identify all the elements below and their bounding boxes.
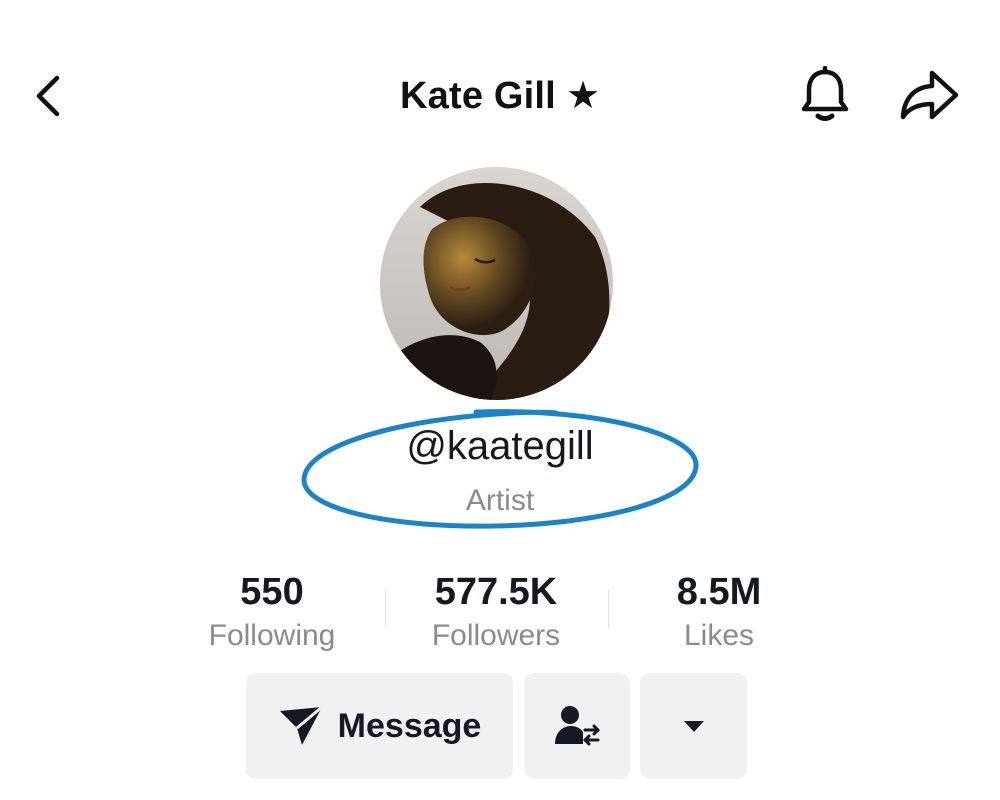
message-button-label: Message [337,706,482,745]
profile-page: Kate Gill ★ @kaategill Artist 550 Follow… [0,0,1000,800]
bell-icon [801,66,849,121]
stat-likes-label: Likes [683,619,755,652]
avatar-photo [380,167,613,400]
stat-divider [385,590,386,628]
username-handle: @kaategill [406,424,594,468]
page-title: Kate Gill [399,74,556,117]
share-button[interactable] [896,64,962,126]
notifications-button[interactable] [796,64,854,126]
stat-following[interactable]: 550 Following [172,570,372,654]
more-options-button[interactable] [640,673,747,779]
stat-divider [608,590,609,628]
stat-following-value: 550 [240,571,304,613]
message-button[interactable]: Message [246,673,513,779]
send-icon [279,705,323,745]
stat-followers-label: Followers [431,619,561,652]
stat-likes[interactable]: 8.5M Likes [619,570,819,654]
stat-followers-value: 577.5K [434,571,558,613]
share-arrow-icon [900,70,959,120]
stat-followers[interactable]: 577.5K Followers [396,570,596,654]
stat-likes-value: 8.5M [676,571,762,613]
bio-text: Artist [465,484,535,517]
stat-following-label: Following [208,619,336,652]
friends-button[interactable] [524,673,630,779]
person-swap-icon [555,706,600,746]
caret-down-icon [683,721,704,732]
avatar[interactable] [380,167,613,400]
star-icon: ★ [565,75,601,117]
